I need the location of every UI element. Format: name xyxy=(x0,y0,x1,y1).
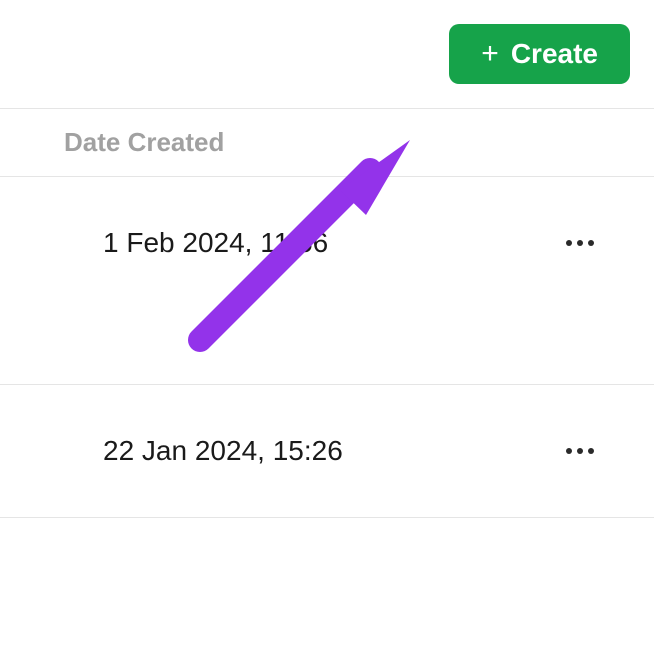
dots-icon xyxy=(577,448,583,454)
table-row: 1 Feb 2024, 11:56 xyxy=(0,177,654,385)
dots-icon xyxy=(566,448,572,454)
table-header: Date Created xyxy=(0,108,654,177)
more-options-button[interactable] xyxy=(556,230,604,256)
plus-icon: + xyxy=(481,39,499,69)
date-created-value: 22 Jan 2024, 15:26 xyxy=(103,435,343,467)
dots-icon xyxy=(577,240,583,246)
create-button[interactable]: + Create xyxy=(449,24,630,84)
dots-icon xyxy=(588,448,594,454)
table-row: 22 Jan 2024, 15:26 xyxy=(0,385,654,518)
dots-icon xyxy=(566,240,572,246)
date-created-value: 1 Feb 2024, 11:56 xyxy=(103,227,328,259)
date-created-header: Date Created xyxy=(64,127,654,158)
more-options-button[interactable] xyxy=(556,438,604,464)
top-bar: + Create xyxy=(0,0,654,108)
dots-icon xyxy=(588,240,594,246)
create-button-label: Create xyxy=(511,38,598,70)
